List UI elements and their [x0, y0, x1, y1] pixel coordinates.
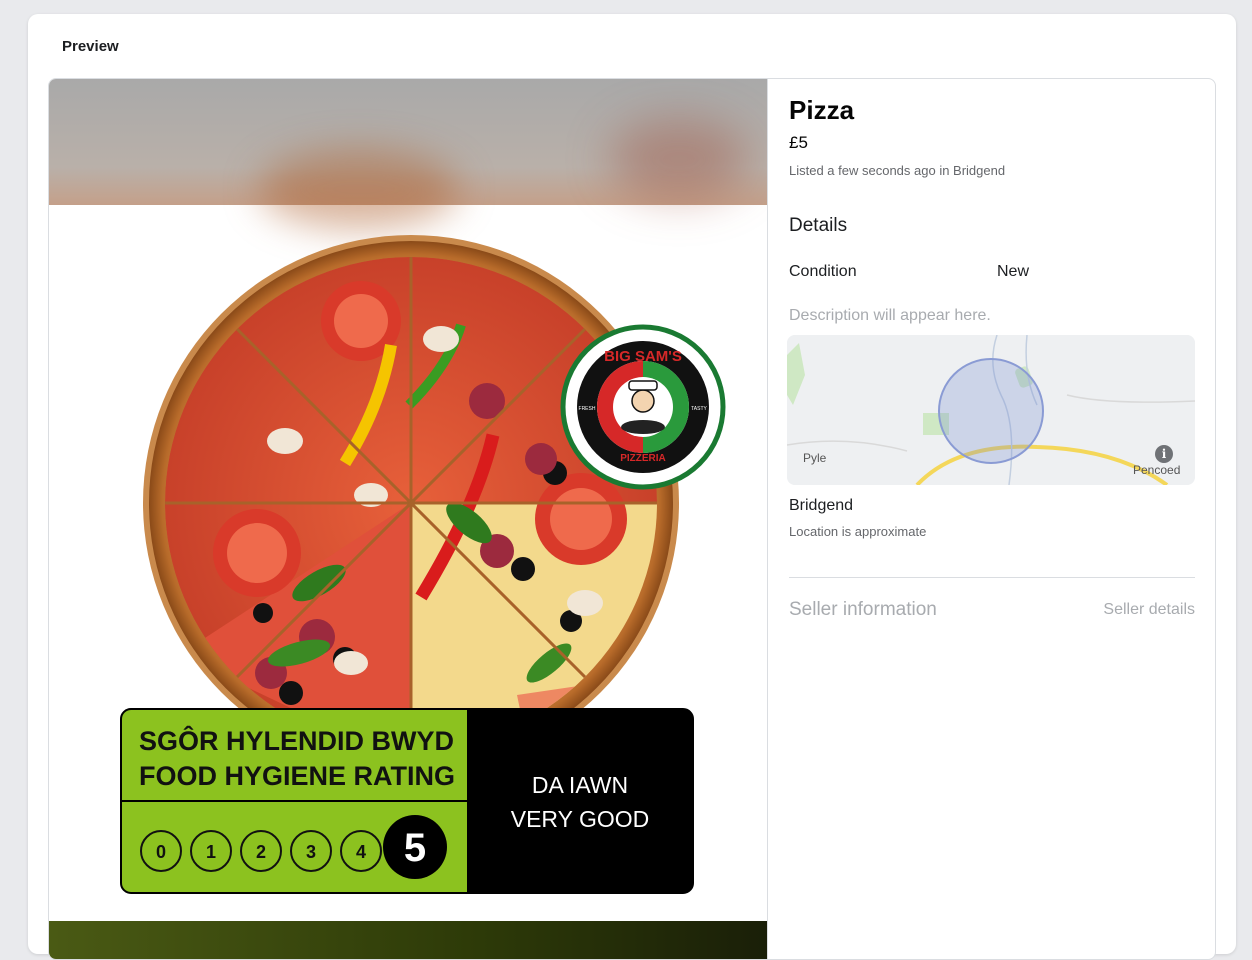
- map-label-pencoed: Pencoed: [1133, 463, 1181, 477]
- rating-verdict-english: VERY GOOD: [511, 806, 649, 832]
- logo-right-text: TASTY: [691, 406, 707, 412]
- map-label-pyle: Pyle: [803, 451, 827, 465]
- rating-verdict-welsh: DA IAWN: [532, 772, 628, 798]
- location-note: Location is approximate: [789, 524, 927, 539]
- panel-title: Preview: [62, 38, 119, 55]
- divider: [789, 577, 1195, 578]
- preview-card: Preview BIG SAM'S PIZZERIA FRESH TASTY S…: [28, 14, 1236, 960]
- rating-score-number: 4: [356, 842, 366, 862]
- image-blur-bottom: [49, 921, 767, 959]
- listing-details: Pizza £5 Listed a few seconds ago in Bri…: [787, 79, 1195, 959]
- rating-line-english: FOOD HYGIENE RATING: [139, 761, 455, 791]
- condition-value: New: [997, 263, 1030, 280]
- rating-line-welsh: SGÔR HYLENDID BWYD: [139, 725, 454, 756]
- seller-details-link[interactable]: Seller details: [1103, 601, 1195, 619]
- rating-score-number: 3: [306, 842, 316, 862]
- location-map[interactable]: Pyle i Pencoed: [787, 335, 1195, 485]
- logo-bottom-text: PIZZERIA: [620, 453, 666, 464]
- listing-meta: Listed a few seconds ago in Bridgend: [789, 163, 1006, 178]
- pizza-image: BIG SAM'S PIZZERIA FRESH TASTY SGÔR HYLE…: [120, 235, 726, 894]
- rating-selected-score: 5: [404, 826, 426, 870]
- condition-label: Condition: [789, 263, 857, 280]
- pizzeria-logo: BIG SAM'S PIZZERIA FRESH TASTY: [560, 324, 726, 490]
- description-placeholder: Description will appear here.: [789, 307, 991, 324]
- rating-score-number: 1: [206, 842, 216, 862]
- logo-left-text: FRESH: [579, 406, 596, 412]
- listing-image[interactable]: BIG SAM'S PIZZERIA FRESH TASTY SGÔR HYLE…: [49, 79, 768, 959]
- item-title: Pizza: [789, 95, 855, 125]
- image-blur-top: [49, 79, 767, 229]
- seller-information-heading: Seller information: [789, 599, 937, 620]
- details-heading: Details: [789, 215, 848, 236]
- rating-score-number: 0: [156, 842, 166, 862]
- hygiene-rating-badge: SGÔR HYLENDID BWYD FOOD HYGIENE RATING 0…: [120, 708, 694, 894]
- rating-score-number: 2: [256, 842, 266, 862]
- location-name: Bridgend: [789, 497, 854, 514]
- logo-top-text: BIG SAM'S: [604, 348, 682, 365]
- listing-preview: BIG SAM'S PIZZERIA FRESH TASTY SGÔR HYLE…: [48, 78, 1216, 960]
- item-price: £5: [789, 133, 808, 152]
- info-icon[interactable]: i: [1155, 445, 1173, 463]
